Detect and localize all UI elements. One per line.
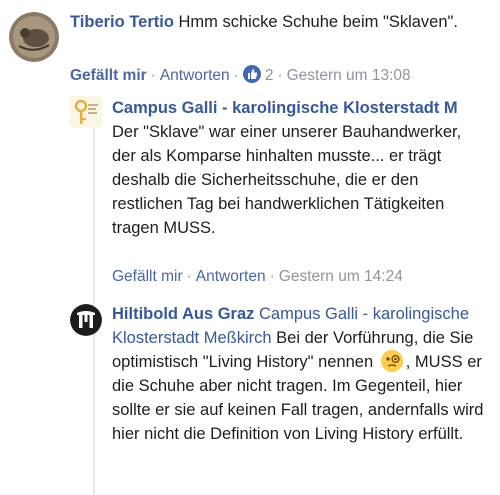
reply-link[interactable]: Antworten [196,268,266,285]
like-link[interactable]: Gefällt mir [112,268,183,285]
reply-link[interactable]: Antworten [160,67,230,84]
comment-author[interactable]: Hiltibold Aus Graz [112,305,254,323]
comment-2-actions: Gefällt mir · Antworten · Gestern um 14:24 [112,268,403,285]
timestamp[interactable]: Gestern um 13:08 [287,67,411,84]
hiltibold-avatar-icon[interactable] [70,304,102,336]
comment-3-body: Hiltibold Aus Graz Campus Galli - karoli… [112,302,488,446]
comment-1-body: Tiberio Tertio Hmm schicke Schuhe beim "… [70,10,470,34]
coin-avatar-icon[interactable] [9,12,59,62]
comment-2-body: Campus Galli - karolingische Klosterstad… [112,96,497,240]
timestamp[interactable]: Gestern um 14:24 [279,268,403,285]
like-link[interactable]: Gefällt mir [70,67,147,84]
comment-text: Der "Sklave" war einer unserer Bauhandwe… [112,123,462,237]
comment-author[interactable]: Campus Galli - karolingische Klosterstad… [112,96,500,120]
comment-1-actions: Gefällt mir · Antworten · 2 · Gestern um 13:08 [70,65,411,84]
campus-galli-logo-icon[interactable] [70,96,102,128]
reply-thread-line [93,96,95,495]
face-with-monocle-emoji [380,350,403,372]
comment-author[interactable]: Tiberio Tertio [70,13,174,31]
thumbs-up-icon[interactable] [242,65,261,83]
comment-text: Hmm schicke Schuhe beim "Sklaven". [173,13,458,31]
